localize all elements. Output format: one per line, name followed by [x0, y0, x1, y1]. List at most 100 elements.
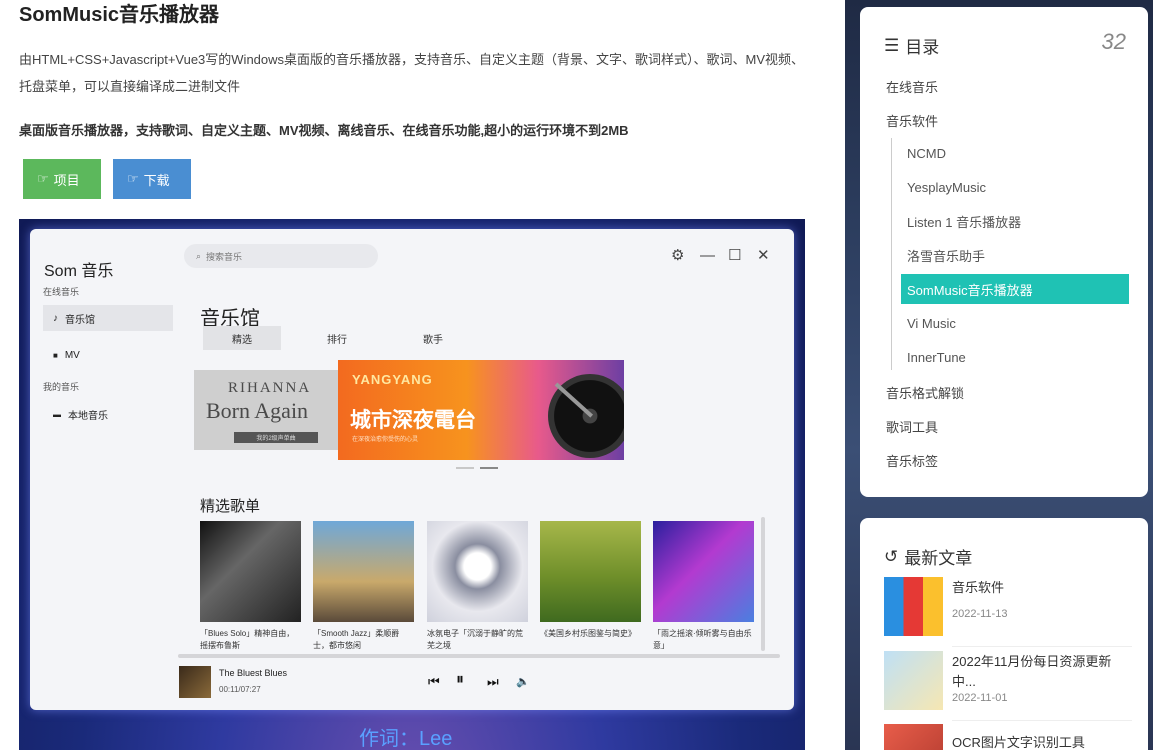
- app-section-online: 在线音乐: [43, 287, 80, 297]
- post-thumbnail: [884, 577, 943, 636]
- project-button[interactable]: ☞ 项目: [23, 159, 101, 199]
- pause-icon: ⏸: [456, 671, 465, 688]
- recent-post[interactable]: 音乐软件 2022-11-13: [884, 577, 1132, 647]
- search-icon: ⌕: [196, 250, 202, 261]
- album-cover: [200, 521, 301, 622]
- toc-sub-lxmusic[interactable]: 洛雪音乐助手: [901, 240, 1129, 270]
- toc-panel: ☰ 目录 32 在线音乐 音乐软件 NCMD YesplayMusic List…: [860, 7, 1148, 497]
- banner-rihanna: RIHANNA Born Again 我的2级声单曲: [194, 370, 338, 450]
- recent-post[interactable]: OCR图片文字识别工具: [884, 724, 1130, 750]
- toc-item-online-music[interactable]: 在线音乐: [886, 77, 938, 96]
- toc-item-music-software[interactable]: 音乐软件: [886, 111, 938, 130]
- app-tab-ranking: 排行: [327, 334, 347, 346]
- app-section-mine: 我的音乐: [43, 382, 80, 392]
- post-date: 2022-11-13: [952, 608, 1008, 620]
- now-playing-time: 00:11/07:27: [219, 685, 261, 694]
- app-window: Som 音乐 ⌕ 搜索音乐 ⚙ — ☐ ✕ 在线音乐 ♪ 音乐馆 ■ MV 我的…: [30, 229, 794, 710]
- album-card: 冰氛电子「沉溺于静旷的荒芜之境: [427, 521, 528, 652]
- album-cover: [540, 521, 641, 622]
- close-icon: ✕: [757, 247, 770, 264]
- recent-posts-panel: ↺ 最新文章 音乐软件 2022-11-13 2022年11月份每日资源更新中.…: [860, 518, 1148, 750]
- minimize-icon: —: [700, 247, 715, 264]
- video-icon: ■: [53, 350, 58, 360]
- toc-sub-innertune[interactable]: InnerTune: [901, 342, 1129, 372]
- album-cover: [653, 521, 754, 622]
- now-playing-cover: [179, 666, 211, 698]
- app-horizontal-scrollbar: [178, 654, 780, 658]
- banner-left-line2: Born Again: [206, 398, 309, 423]
- toc-sub-vimusic[interactable]: Vi Music: [901, 308, 1129, 338]
- maximize-icon: ☐: [728, 247, 742, 264]
- app-search-placeholder: 搜索音乐: [206, 251, 243, 262]
- banner-main: YANGYANG 城市深夜電台 在深夜治愈你受伤的心灵: [338, 360, 624, 460]
- recent-title: 最新文章: [904, 549, 973, 568]
- app-search-box: ⌕ 搜索音乐: [184, 244, 378, 268]
- album-card: 《美国乡村乐图鉴与简史》: [540, 521, 641, 652]
- app-vertical-scrollbar: [761, 517, 765, 651]
- desktop-lyric: 作词：Lee: [359, 728, 453, 750]
- toc-sub-yesplaymusic[interactable]: YesplayMusic: [901, 172, 1129, 202]
- post-title[interactable]: 2022年11月份每日资源更新中...: [952, 652, 1132, 692]
- list-icon: ☰: [884, 35, 900, 55]
- gear-icon: ⚙: [671, 247, 685, 264]
- monitor-icon: ▬: [53, 409, 61, 419]
- banner-main-title: 城市深夜電台: [350, 409, 476, 432]
- app-tab-artists: 歌手: [423, 334, 443, 346]
- pointing-hand-icon: ☞: [127, 171, 139, 186]
- app-nav-local: ▬ 本地音乐: [43, 401, 173, 427]
- article: SomMusic音乐播放器 由HTML+CSS+Javascript+Vue3写…: [0, 0, 845, 750]
- app-nav-hall-label: 音乐馆: [65, 314, 95, 326]
- app-nav-mv: ■ MV: [43, 342, 173, 368]
- banner-main-label: YANGYANG: [352, 372, 433, 387]
- history-icon: ↺: [884, 546, 899, 566]
- pointing-hand-icon: ☞: [37, 171, 49, 186]
- toc-sub-sommusic[interactable]: SomMusic音乐播放器: [901, 274, 1129, 304]
- app-brand: Som 音乐: [44, 263, 114, 280]
- album-caption: 「Smooth Jazz」柔顺爵士，都市悠闲: [313, 629, 400, 650]
- carousel-dot-active: [480, 467, 498, 469]
- post-date: 2022-11-01: [952, 692, 1008, 704]
- toc-sub-ncmd[interactable]: NCMD: [901, 138, 1129, 168]
- album-card: 「Blues Solo」精神自由，摇摆布鲁斯: [200, 521, 301, 652]
- app-nav-mv-label: MV: [64, 349, 80, 361]
- post-title[interactable]: 音乐软件: [952, 578, 1132, 598]
- download-button[interactable]: ☞ 下载: [113, 159, 191, 199]
- album-cover: [313, 521, 414, 622]
- next-track-icon: ⏭: [487, 674, 499, 689]
- banner-left-line3: 我的2级声单曲: [234, 432, 318, 443]
- app-nav-hall: ♪ 音乐馆: [43, 305, 173, 331]
- toc-title: 目录: [905, 38, 940, 57]
- post-thumbnail: [884, 651, 943, 710]
- recent-header: ↺ 最新文章: [884, 544, 972, 569]
- summary-text: 支持歌词、自定义主题、MV视频、离线音乐、在线音乐功能,超小的运行环境不到2MB: [136, 123, 629, 138]
- article-title: SomMusic音乐播放器: [19, 4, 220, 26]
- album-caption: 「雨之摇滚·倾听雾与自由乐意」: [653, 629, 752, 650]
- article-description: 由HTML+CSS+Javascript+Vue3写的Windows桌面版的音乐…: [19, 52, 805, 94]
- article-summary: 桌面版音乐播放器，支持歌词、自定义主题、MV视频、离线音乐、在线音乐功能,超小的…: [19, 120, 629, 139]
- toc-item-music-tags[interactable]: 音乐标签: [886, 451, 938, 470]
- app-tab-featured: 精选: [203, 326, 281, 350]
- post-thumbnail: [884, 724, 943, 750]
- album-caption: 冰氛电子「沉溺于静旷的荒芜之境: [427, 629, 523, 650]
- album-caption: 《美国乡村乐图鉴与简史》: [540, 629, 636, 638]
- summary-prefix: 桌面版音乐播放器，: [19, 123, 137, 138]
- recent-post[interactable]: 2022年11月份每日资源更新中... 2022-11-01: [884, 651, 1132, 721]
- post-title[interactable]: OCR图片文字识别工具: [952, 733, 1132, 750]
- volume-icon: 🔈: [516, 676, 530, 688]
- banner-main-subtitle: 在深夜治愈你受伤的心灵: [352, 437, 419, 443]
- toc-sub-listen1[interactable]: Listen 1 音乐播放器: [901, 206, 1129, 236]
- post-divider: [952, 646, 1132, 647]
- toc-item-lyrics-tools[interactable]: 歌词工具: [886, 417, 938, 436]
- album-card: 「Smooth Jazz」柔顺爵士，都市悠闲: [313, 521, 414, 652]
- album-card: 「雨之摇滚·倾听雾与自由乐意」: [653, 521, 754, 652]
- app-section-playlists: 精选歌单: [200, 498, 261, 515]
- app-screenshot: Som 音乐 ⌕ 搜索音乐 ⚙ — ☐ ✕ 在线音乐 ♪ 音乐馆 ■ MV 我的…: [19, 219, 805, 750]
- toc-header: ☰ 目录: [884, 33, 939, 58]
- toc-sub-divider: [891, 138, 892, 370]
- project-button-label: 项目: [53, 172, 80, 188]
- album-caption: 「Blues Solo」精神自由，摇摆布鲁斯: [200, 629, 295, 650]
- download-button-label: 下载: [143, 172, 170, 188]
- banner-left-line1: RIHANNA: [228, 380, 312, 396]
- previous-track-icon: ⏮: [428, 674, 440, 689]
- toc-item-format-unlock[interactable]: 音乐格式解锁: [886, 383, 964, 402]
